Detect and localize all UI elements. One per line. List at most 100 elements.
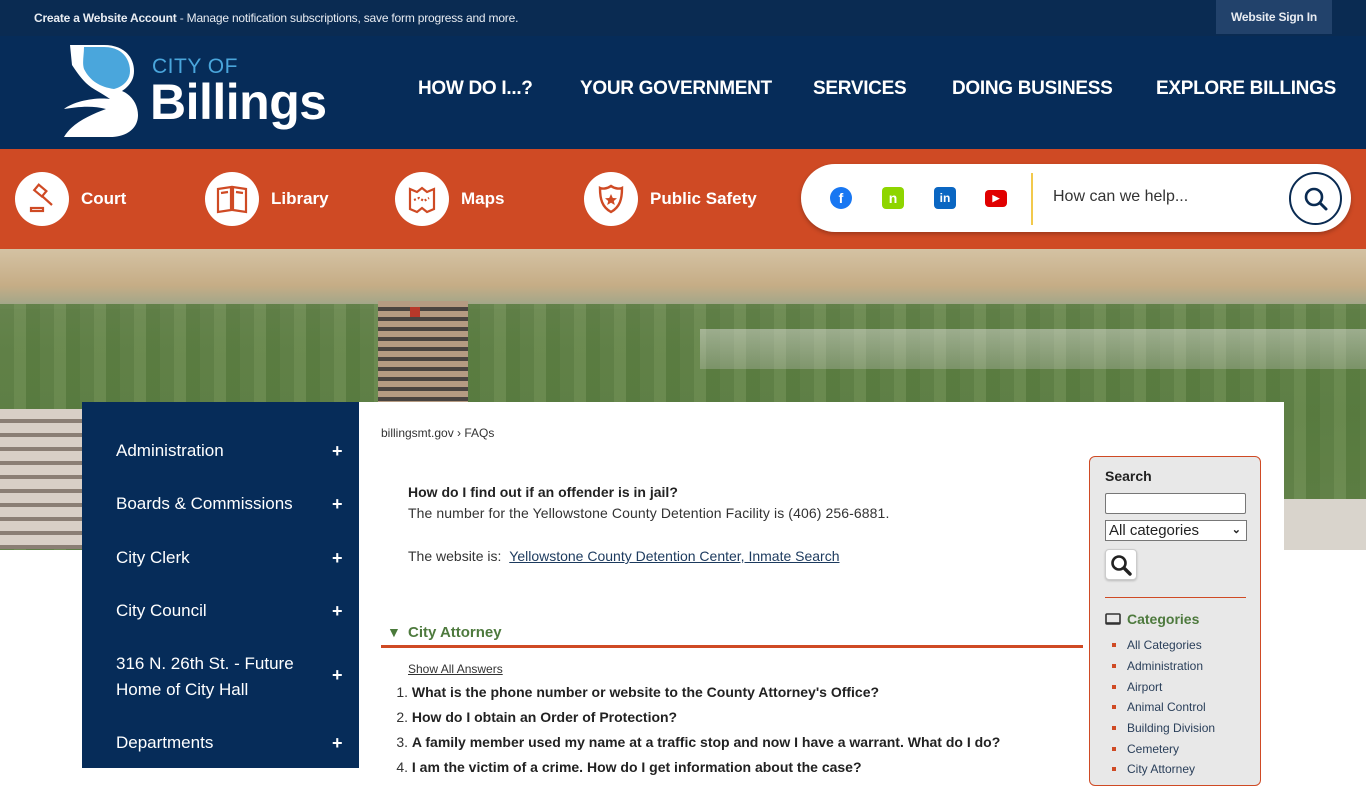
show-all-answers-link[interactable]: Show All Answers bbox=[408, 662, 503, 676]
quicklink-label: Court bbox=[81, 189, 127, 208]
site-search-bar: f n in ▶ bbox=[801, 164, 1351, 232]
map-icon bbox=[395, 172, 449, 226]
sidebar-item-city-council[interactable]: City Council + bbox=[82, 598, 359, 624]
faq-open-answer: The number for the Yellowstone County De… bbox=[408, 505, 890, 521]
quicklink-label: Library bbox=[271, 189, 329, 208]
panel-divider bbox=[1105, 597, 1246, 598]
faq-search-title: Search bbox=[1105, 468, 1152, 484]
faq-list-item: 4. I am the victim of a crime. How do I … bbox=[389, 759, 1000, 784]
category-link[interactable]: Animal Control bbox=[1127, 700, 1206, 714]
faq-question-link[interactable]: How do I obtain an Order of Protection? bbox=[412, 709, 677, 734]
category-list-item: City Attorney bbox=[1112, 759, 1215, 780]
site-search-button[interactable] bbox=[1289, 172, 1342, 225]
account-description: - Manage notification subscriptions, sav… bbox=[176, 11, 519, 25]
main-content: billingsmt.gov › FAQs How do I find out … bbox=[359, 402, 1284, 786]
category-select[interactable]: All categories ⌄ bbox=[1105, 520, 1247, 541]
category-link[interactable]: All Categories bbox=[1127, 638, 1202, 652]
collapse-triangle-icon[interactable]: ▼ bbox=[387, 624, 401, 640]
quicklink-label: Public Safety bbox=[650, 189, 757, 208]
faq-question-list: 1. What is the phone number or website t… bbox=[389, 684, 1000, 784]
category-header-city-attorney[interactable]: ▼ City Attorney bbox=[381, 622, 1083, 648]
sidebar-item-label: City Council bbox=[116, 601, 207, 620]
faq-question-link[interactable]: A family member used my name at a traffi… bbox=[412, 734, 1000, 759]
quick-links-bar: Court Library Maps Public Safety f n in … bbox=[0, 149, 1366, 249]
category-list-item: Airport bbox=[1112, 676, 1215, 697]
quicklink-court[interactable]: Court bbox=[15, 172, 126, 226]
faq-search-button[interactable] bbox=[1105, 549, 1137, 580]
expand-plus-icon[interactable]: + bbox=[332, 733, 343, 754]
expand-plus-icon[interactable]: + bbox=[332, 601, 343, 622]
nav-services[interactable]: SERVICES bbox=[813, 78, 907, 100]
facebook-icon[interactable]: f bbox=[830, 187, 852, 209]
quicklink-maps[interactable]: Maps bbox=[395, 172, 504, 226]
gavel-icon bbox=[15, 172, 69, 226]
sidebar-item-boards-commissions[interactable]: Boards & Commissions + bbox=[82, 491, 359, 517]
sidebar-item-label: 316 N. 26th St. - Future Home of City Ha… bbox=[116, 654, 294, 699]
police-badge-icon bbox=[584, 172, 638, 226]
sidebar-item-label: City Clerk bbox=[116, 548, 190, 567]
breadcrumb-home-link[interactable]: billingsmt.gov bbox=[381, 426, 454, 440]
sidebar-item-departments[interactable]: Departments + bbox=[82, 730, 359, 756]
category-link[interactable]: City Attorney bbox=[1127, 762, 1195, 776]
quicklink-library[interactable]: Library bbox=[205, 172, 329, 226]
category-list-item: Administration bbox=[1112, 656, 1215, 677]
expand-plus-icon[interactable]: + bbox=[332, 441, 343, 462]
category-list-item: Cemetery bbox=[1112, 738, 1215, 759]
logo-billings-text: Billings bbox=[150, 74, 327, 130]
website-sign-in-button[interactable]: Website Sign In bbox=[1216, 0, 1332, 34]
sidebar-nav: Administration + Boards & Commissions + … bbox=[82, 402, 359, 768]
expand-plus-icon[interactable]: + bbox=[332, 494, 343, 515]
faq-open-question[interactable]: How do I find out if an offender is in j… bbox=[408, 484, 678, 500]
breadcrumb-current: FAQs bbox=[464, 426, 495, 440]
hero-town bbox=[700, 329, 1366, 369]
nav-your-government[interactable]: YOUR GOVERNMENT bbox=[580, 78, 772, 100]
category-title: City Attorney bbox=[408, 624, 502, 641]
create-account-link[interactable]: Create a Website Account bbox=[34, 11, 177, 25]
hero-hills bbox=[0, 249, 1366, 309]
faq-list-item: 3. A family member used my name at a tra… bbox=[389, 734, 1000, 759]
nav-doing-business[interactable]: DOING BUSINESS bbox=[952, 78, 1113, 100]
search-icon bbox=[1304, 187, 1327, 210]
faq-website-line: The website is: Yellowstone County Deten… bbox=[408, 548, 840, 564]
faq-question-link[interactable]: What is the phone number or website to t… bbox=[412, 684, 879, 709]
categories-list: All Categories Administration Airport An… bbox=[1112, 635, 1215, 780]
expand-plus-icon[interactable]: + bbox=[332, 548, 343, 569]
quicklink-public-safety[interactable]: Public Safety bbox=[584, 172, 757, 226]
sidebar-item-city-clerk[interactable]: City Clerk + bbox=[82, 545, 359, 571]
expand-plus-icon[interactable]: + bbox=[332, 665, 343, 686]
faq-search-input[interactable] bbox=[1105, 493, 1246, 514]
account-message: Create a Website Account - Manage notifi… bbox=[34, 11, 518, 25]
open-book-icon bbox=[1105, 613, 1121, 625]
city-logo[interactable]: CITY OF Billings bbox=[62, 43, 327, 141]
sidebar-item-administration[interactable]: Administration + bbox=[82, 438, 359, 464]
category-link[interactable]: Building Division bbox=[1127, 721, 1215, 735]
category-link[interactable]: Airport bbox=[1127, 680, 1162, 694]
chevron-down-icon: ⌄ bbox=[1231, 524, 1241, 536]
site-header: CITY OF Billings HOW DO I...? YOUR GOVER… bbox=[0, 36, 1366, 149]
hero-left-building bbox=[0, 409, 82, 549]
sidebar-item-label: Boards & Commissions bbox=[116, 494, 293, 513]
sidebar-item-future-city-hall[interactable]: 316 N. 26th St. - Future Home of City Ha… bbox=[82, 651, 359, 703]
faq-question-link[interactable]: I am the victim of a crime. How do I get… bbox=[412, 759, 862, 784]
category-link[interactable]: Cemetery bbox=[1127, 742, 1179, 756]
youtube-icon[interactable]: ▶ bbox=[985, 190, 1007, 207]
billings-b-logo-icon bbox=[64, 45, 138, 137]
inmate-search-link[interactable]: Yellowstone County Detention Center, Inm… bbox=[509, 548, 839, 564]
search-icon bbox=[1111, 554, 1132, 576]
nav-explore-billings[interactable]: EXPLORE BILLINGS bbox=[1156, 78, 1336, 100]
category-link[interactable]: Administration bbox=[1127, 659, 1203, 673]
book-icon bbox=[205, 172, 259, 226]
category-list-item: Building Division bbox=[1112, 718, 1215, 739]
nav-how-do-i[interactable]: HOW DO I...? bbox=[418, 78, 533, 100]
faq-website-prefix: The website is: bbox=[408, 548, 506, 564]
nextdoor-icon[interactable]: n bbox=[882, 187, 904, 209]
category-list-item: Animal Control bbox=[1112, 697, 1215, 718]
linkedin-icon[interactable]: in bbox=[934, 187, 956, 209]
breadcrumb-separator: › bbox=[453, 426, 465, 440]
category-list-item: All Categories bbox=[1112, 635, 1215, 656]
quicklink-label: Maps bbox=[461, 189, 505, 208]
search-divider bbox=[1031, 173, 1033, 225]
faq-list-item: 2. How do I obtain an Order of Protectio… bbox=[389, 709, 1000, 734]
site-search-input[interactable] bbox=[1053, 188, 1273, 206]
breadcrumb: billingsmt.gov › FAQs bbox=[381, 426, 494, 440]
